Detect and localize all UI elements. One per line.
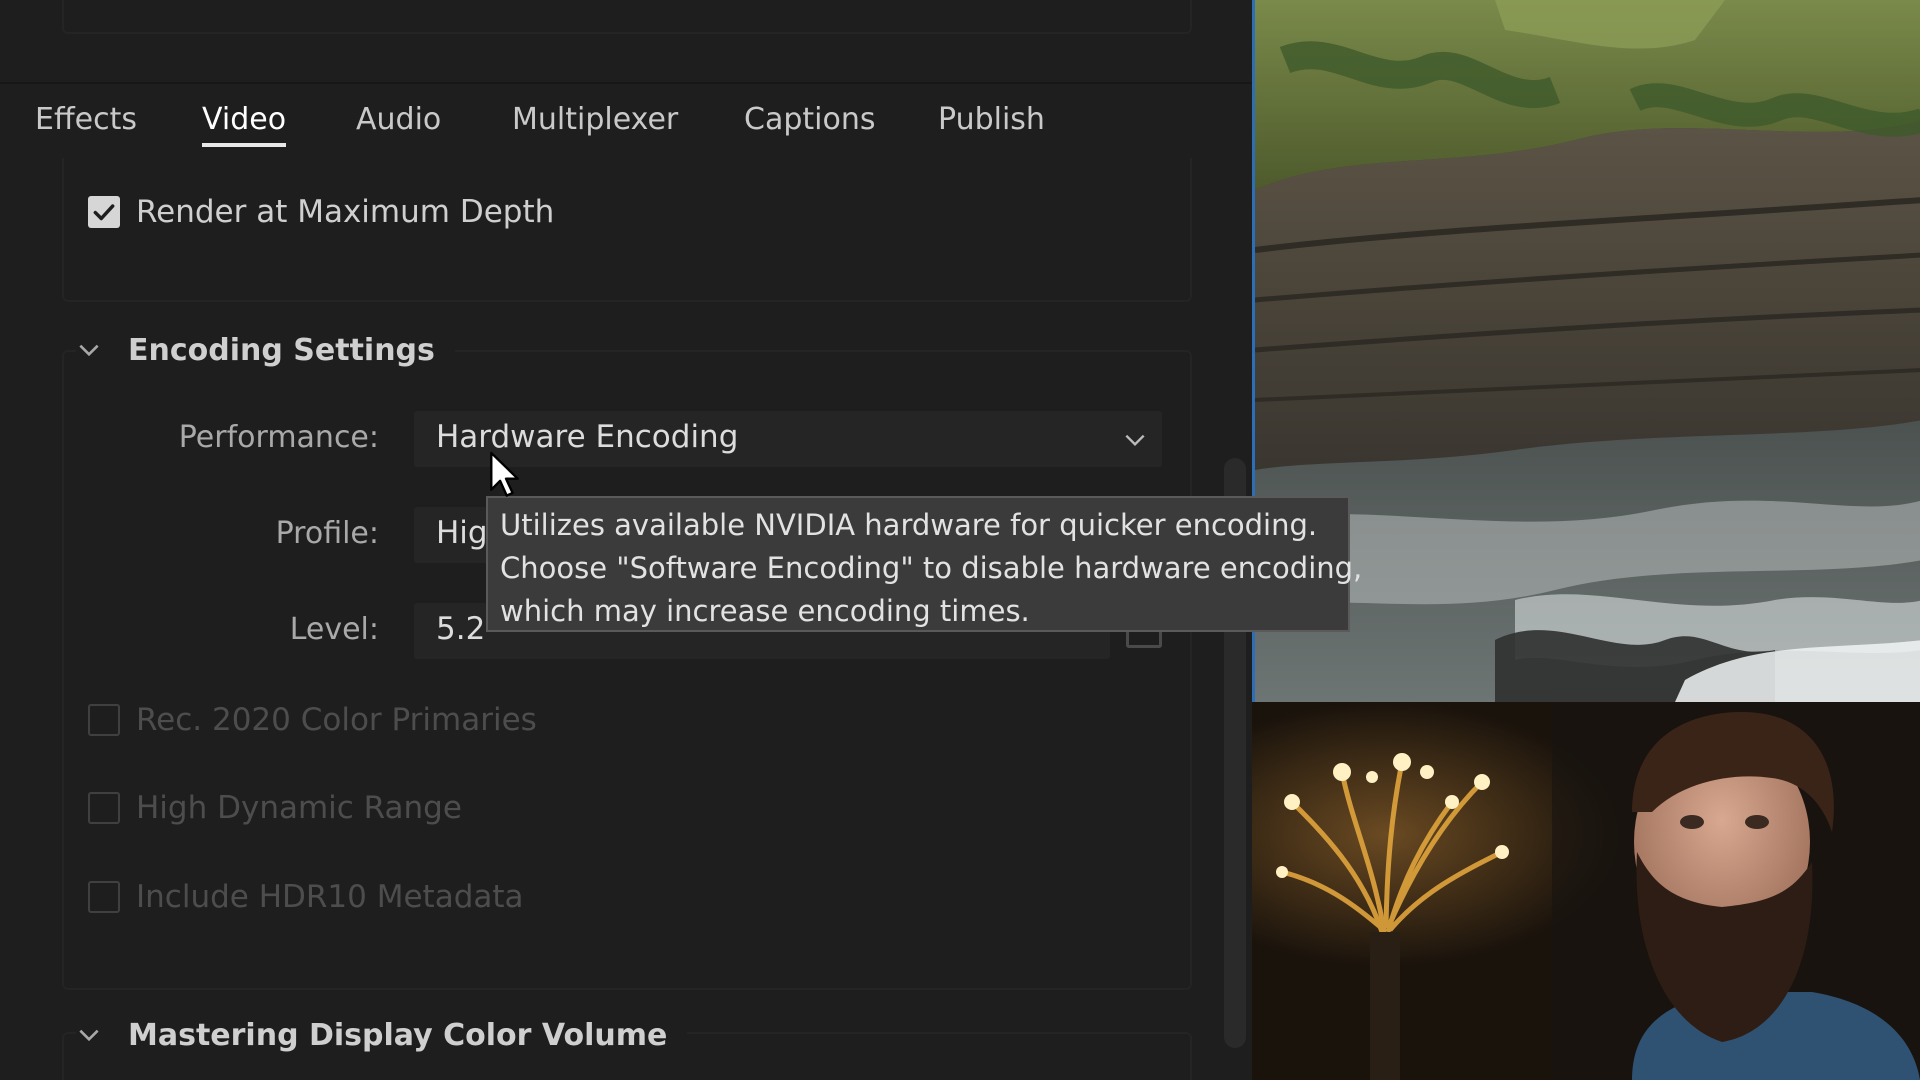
presenter-webcam-video	[1252, 702, 1920, 1080]
rec2020-label: Rec. 2020 Color Primaries	[136, 702, 537, 738]
chevron-down-icon[interactable]	[76, 1022, 102, 1048]
screen: Effects Video Audio Multiplexer Captions…	[0, 0, 1920, 1080]
tab-audio[interactable]: Audio	[356, 102, 441, 137]
tab-captions[interactable]: Captions	[744, 102, 875, 137]
render-max-depth-checkbox[interactable]	[88, 196, 120, 228]
hdr-checkbox[interactable]	[88, 792, 120, 824]
previous-section-box	[62, 0, 1192, 34]
level-label: Level:	[289, 612, 379, 647]
hdr-row: High Dynamic Range	[88, 788, 462, 828]
coastline-video-preview	[1252, 0, 1920, 702]
mastering-header[interactable]: Mastering Display Color Volume	[76, 1015, 688, 1055]
performance-value: Hardware Encoding	[436, 419, 739, 455]
tooltip-line: which may increase encoding times.	[500, 594, 1030, 628]
chevron-down-icon[interactable]	[76, 337, 102, 363]
hdr-label: High Dynamic Range	[136, 790, 462, 826]
encoding-settings-header[interactable]: Encoding Settings	[76, 330, 455, 370]
render-max-depth-label: Render at Maximum Depth	[136, 194, 555, 230]
checkmark-icon	[93, 204, 115, 221]
hdr10-checkbox[interactable]	[88, 881, 120, 913]
hdr10-row: Include HDR10 Metadata	[88, 877, 524, 917]
settings-tab-bar: Effects Video Audio Multiplexer Captions…	[0, 82, 1252, 154]
hdr10-label: Include HDR10 Metadata	[136, 879, 524, 915]
profile-label: Profile:	[275, 516, 379, 551]
encoding-settings-title: Encoding Settings	[128, 332, 435, 368]
tooltip-line: Choose "Software Encoding" to disable ha…	[500, 551, 1363, 585]
rec2020-checkbox[interactable]	[88, 704, 120, 736]
level-value: 5.2	[436, 611, 486, 647]
performance-label: Performance:	[178, 420, 379, 455]
tooltip-line: Utilizes available NVIDIA hardware for q…	[500, 508, 1318, 542]
tab-multiplexer[interactable]: Multiplexer	[512, 102, 678, 137]
presenter-image	[1252, 702, 1920, 1080]
mastering-title: Mastering Display Color Volume	[128, 1017, 668, 1053]
coastline-image	[1255, 0, 1920, 702]
rec2020-row: Rec. 2020 Color Primaries	[88, 700, 537, 740]
tab-video[interactable]: Video	[202, 102, 287, 147]
profile-value: Hig	[436, 515, 488, 551]
chevron-down-icon	[1125, 434, 1145, 447]
performance-tooltip: Utilizes available NVIDIA hardware for q…	[486, 496, 1363, 632]
tab-effects[interactable]: Effects	[35, 102, 137, 137]
tab-publish[interactable]: Publish	[938, 102, 1045, 137]
performance-dropdown[interactable]: Hardware Encoding	[414, 411, 1162, 467]
render-max-depth-row: Render at Maximum Depth	[88, 192, 554, 232]
mouse-pointer-icon	[490, 451, 519, 497]
